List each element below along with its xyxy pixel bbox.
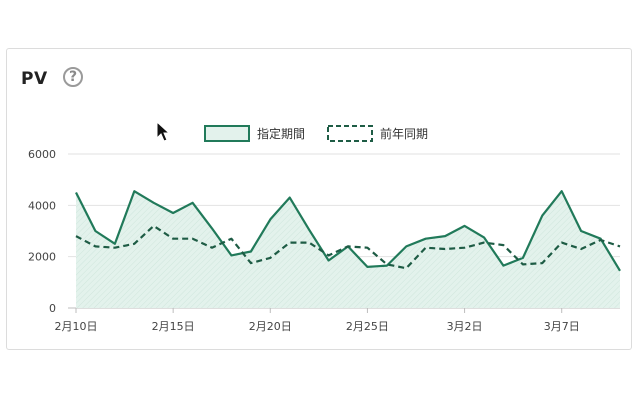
legend-label-previous-year: 前年同期 — [380, 126, 428, 141]
legend-swatch-current-period — [204, 125, 250, 142]
y-tick-label: 6000 — [28, 148, 56, 161]
legend-label-current-period: 指定期間 — [257, 126, 305, 141]
legend-swatch-previous-year — [327, 125, 373, 142]
x-tick-label: 2月20日 — [249, 320, 292, 333]
x-tick-label: 2月25日 — [346, 320, 389, 333]
y-tick-label: 0 — [49, 302, 56, 315]
y-tick-label: 2000 — [28, 251, 56, 264]
x-tick-label: 2月10日 — [55, 320, 98, 333]
x-tick-label: 3月2日 — [447, 320, 483, 333]
series-area-current-period — [76, 191, 620, 308]
x-tick-label: 2月15日 — [152, 320, 195, 333]
mouse-cursor-icon — [156, 121, 170, 142]
pv-line-chart: 0 2000 4000 6000 2月10日 2月15日 2月20日 2月25日 3月2日 3月7… — [28, 125, 621, 333]
x-tick-label: 3月7日 — [544, 320, 580, 333]
y-tick-label: 4000 — [28, 199, 56, 212]
